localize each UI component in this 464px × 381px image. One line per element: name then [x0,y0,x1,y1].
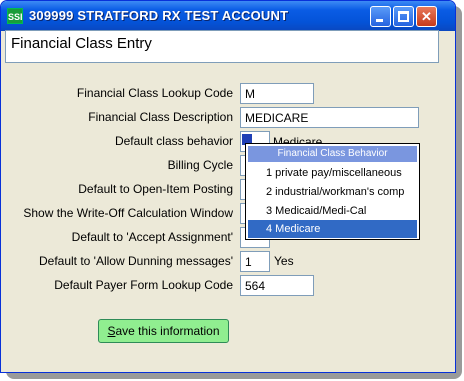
minimize-icon [376,19,383,22]
minimize-button[interactable] [370,6,391,27]
close-icon: ✕ [421,9,432,24]
dropdown-item-medicare[interactable]: 4 Medicare [248,220,417,238]
open-item-label: Default to Open-Item Posting [78,182,233,196]
maximize-button[interactable] [393,6,414,27]
save-button-label: ave this information [115,324,220,338]
dropdown-item-industrial[interactable]: 2 industrial/workman's comp [248,183,417,201]
close-button[interactable]: ✕ [416,6,437,27]
page-title: Financial Class Entry [11,35,152,52]
lookup-code-label: Financial Class Lookup Code [76,86,233,100]
description-label: Financial Class Description [88,110,233,124]
allow-dunning-label: Default to 'Allow Dunning messages' [38,254,233,268]
allow-dunning-text: Yes [274,254,294,268]
header-panel: Financial Class Entry [5,30,439,63]
dropdown-item-private-pay[interactable]: 1 private pay/miscellaneous [248,164,417,182]
billing-cycle-label: Billing Cycle [167,158,233,172]
save-button[interactable]: Save this information [98,319,229,343]
description-input[interactable]: MEDICARE [240,107,419,128]
writeoff-window-label: Show the Write-Off Calculation Window [23,206,233,220]
dropdown-item-medicaid[interactable]: 3 Medicaid/Medi-Cal [248,202,417,220]
window-title: 309999 STRATFORD RX TEST ACCOUNT [29,8,289,23]
maximize-icon [398,11,409,22]
allow-dunning-input[interactable]: 1 [240,251,270,272]
app-window: SSI 309999 STRATFORD RX TEST ACCOUNT ✕ F… [0,0,456,373]
default-behavior-label: Default class behavior [114,134,233,148]
app-icon: SSI [7,8,23,24]
payer-form-label: Default Payer Form Lookup Code [54,278,233,292]
lookup-code-input[interactable]: M [240,83,314,104]
behavior-dropdown-list[interactable]: Financial Class Behavior 1 private pay/m… [245,143,420,240]
payer-form-input[interactable]: 564 [240,275,314,296]
accept-assignment-label: Default to 'Accept Assignment' [71,230,233,244]
dropdown-header: Financial Class Behavior [248,146,417,162]
title-bar[interactable]: SSI 309999 STRATFORD RX TEST ACCOUNT ✕ [1,1,455,31]
